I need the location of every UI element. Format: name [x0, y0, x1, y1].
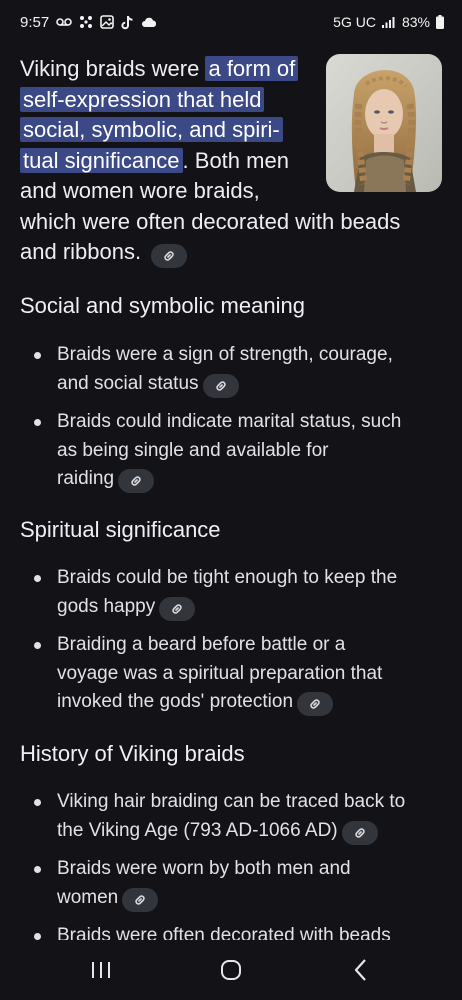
battery-percent: 83%: [401, 14, 430, 30]
bullet-text: Braids were worn by both men and: [57, 858, 351, 879]
bullet-text: the Viking Age (793 AD-1066 AD): [57, 819, 338, 841]
cloud-icon: [141, 17, 157, 28]
highlighted-text[interactable]: a form of: [205, 56, 299, 81]
bullet-text: voyage was a spiritual preparation that: [57, 662, 383, 684]
recent-apps-icon: [92, 962, 110, 978]
link-icon: [310, 699, 320, 709]
source-link-button[interactable]: [202, 373, 239, 398]
gallery-icon: [100, 15, 115, 29]
bullet-dot: [34, 575, 41, 582]
bullet-text: and social status: [57, 372, 199, 394]
link-icon: [172, 603, 182, 614]
intro-text: and ribbons.: [20, 239, 142, 264]
link-icon: [131, 476, 141, 486]
bullet-dot: [34, 799, 41, 806]
bullet-dot: [34, 866, 41, 873]
back-button[interactable]: [341, 954, 381, 986]
battery-icon: [436, 15, 444, 29]
bullet-dot: [34, 933, 41, 940]
status-bar-left: 9:57: [20, 14, 157, 31]
status-bar-right: 5G UC 83%: [333, 14, 444, 30]
signal-icon: [381, 16, 396, 28]
source-link-button[interactable]: [297, 692, 334, 716]
bullet-text: Braids were a sign of strength, courage,: [57, 344, 393, 365]
section-title: Social and symbolic meaning: [20, 293, 305, 318]
screen: 9:57 5G UC 83% Viking braids were a form…: [0, 0, 462, 1000]
bullet-dot: [34, 642, 41, 649]
bullet-text: women: [57, 886, 119, 908]
source-link-button[interactable]: [122, 887, 159, 912]
source-link-button[interactable]: [118, 469, 155, 493]
home-icon: [221, 960, 241, 980]
bullet-dot: [34, 352, 41, 359]
source-link-button[interactable]: [341, 820, 378, 845]
highlighted-text[interactable]: social, symbolic, and spiri-: [20, 117, 283, 142]
intro-text: and women wore braids,: [20, 178, 260, 203]
link-icon: [135, 894, 145, 905]
back-icon: [354, 959, 366, 981]
bullet-dot: [34, 419, 41, 426]
status-bar: 9:57 5G UC 83%: [0, 0, 462, 44]
navigation-bar: [0, 940, 462, 1000]
bullet-text: gods happy: [57, 595, 156, 617]
network-label: 5G UC: [333, 14, 376, 30]
link-icon: [215, 380, 226, 391]
answer-content[interactable]: Viking braids were a form of self-expres…: [0, 44, 462, 940]
status-time: 9:57: [20, 13, 50, 31]
bullet-text: Braids could indicate marital status, su…: [57, 411, 402, 432]
bullet-text: raiding: [57, 468, 115, 489]
voicemail-icon: [56, 17, 73, 27]
bullet-text: Braids could be tight enough to keep the: [57, 567, 398, 588]
section-title: Spiritual significance: [20, 517, 221, 542]
home-button[interactable]: [211, 954, 251, 986]
bullet-text: Braiding a beard before battle or a: [57, 634, 346, 655]
bullet-text: as being single and available for: [57, 439, 329, 461]
highlighted-text[interactable]: tual significance: [20, 147, 183, 173]
bullet-text: Braids were often decorated with beads: [57, 925, 391, 940]
bullet-text: invoked the gods' protection: [57, 691, 294, 712]
tiktok-icon: [121, 15, 134, 30]
intro-text: which were often decorated with beads: [20, 208, 401, 234]
highlighted-text[interactable]: self-expression that held: [20, 86, 265, 112]
recent-apps-button[interactable]: [81, 954, 121, 986]
intro-text: . Both men: [182, 147, 289, 173]
intro-paragraph[interactable]: Viking braids were a form of self-expres…: [20, 54, 440, 268]
source-link-button[interactable]: [159, 596, 196, 621]
link-icon: [354, 827, 365, 838]
dots-grid-icon: [79, 15, 93, 29]
source-link-button[interactable]: [151, 244, 188, 268]
link-icon: [164, 251, 174, 261]
bullet-text: Viking hair braiding can be traced back …: [57, 791, 406, 812]
intro-text: Viking braids were: [20, 56, 206, 81]
section-title: History of Viking braids: [20, 741, 245, 766]
